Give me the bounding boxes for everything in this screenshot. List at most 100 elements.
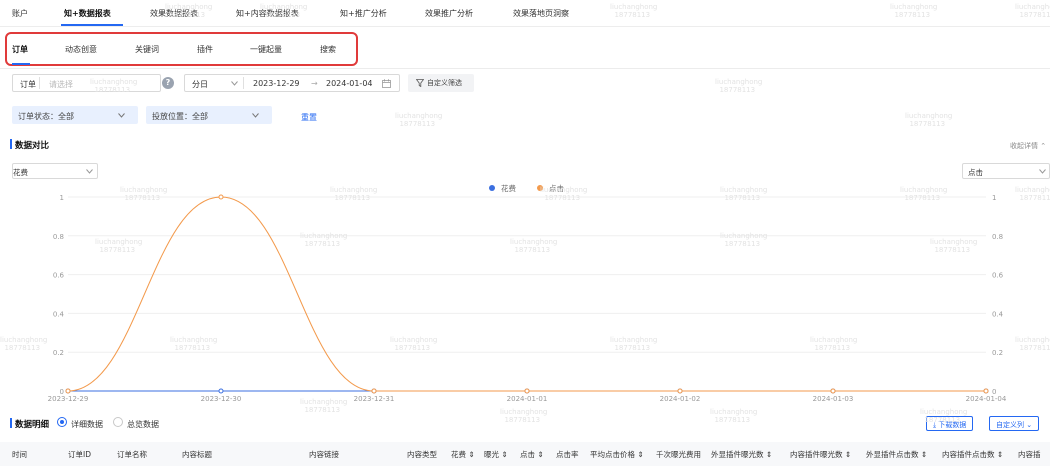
top-nav-item-account[interactable]: 账户 (12, 8, 28, 19)
chevron-up-icon: ⌃ (1040, 142, 1047, 150)
data-point (218, 194, 224, 200)
custom-filter-button[interactable]: 自定义筛选 (408, 74, 474, 92)
radio-detail[interactable] (57, 417, 67, 427)
right-metric-value: 点击 (968, 168, 983, 177)
y-tick-label-right: 1 (992, 194, 996, 202)
column-header[interactable]: 花费 ⇕ (451, 449, 475, 460)
column-header: 内容插 (1018, 450, 1041, 459)
x-tick-label: 2024-01-03 (813, 395, 854, 403)
tab-dynamic-creative[interactable]: 动态创意 (65, 44, 97, 55)
x-tick-label: 2023-12-30 (201, 395, 242, 403)
chevron-down-icon (1039, 169, 1046, 174)
chevron-down-icon: ⌄ (1026, 421, 1033, 429)
y-tick-label-left: 0.6 (53, 272, 65, 280)
legend-label: 花费 (501, 183, 516, 193)
top-nav-item-content-data-report[interactable]: 知+内容数据报表 (236, 8, 299, 19)
custom-filter-label: 自定义筛选 (427, 79, 462, 87)
download-button[interactable]: ⤓ 下载数据 (926, 416, 974, 431)
legend-marker (537, 185, 543, 191)
collapse-link[interactable]: 收起详情 ⌃ (1010, 141, 1046, 151)
tab-active-indicator (12, 63, 30, 65)
tabs-divider (0, 68, 1050, 69)
data-compare-title: 数据对比 (9, 139, 50, 151)
top-nav-item-effect-promotion-analysis[interactable]: 效果推广分析 (425, 8, 473, 19)
right-metric-select[interactable]: 点击 (962, 163, 1050, 179)
column-header: 点击率 (556, 450, 579, 459)
y-tick-label-right: 0.8 (992, 233, 1003, 241)
top-nav-active-indicator (61, 24, 123, 26)
x-tick-label: 2023-12-31 (354, 395, 395, 403)
column-header[interactable]: 曝光 ⇕ (484, 449, 508, 460)
watermark: liuchanghong 18778113 (715, 78, 763, 94)
data-detail-title: 数据明细 (9, 418, 50, 430)
chevron-down-icon (86, 169, 93, 174)
column-header[interactable]: 平均点击价格 ⇕ (590, 449, 644, 460)
data-point (65, 388, 71, 394)
y-tick-label-right: 0.2 (992, 349, 1003, 357)
x-tick-label: 2023-12-29 (48, 395, 89, 403)
order-select-divider (39, 77, 40, 89)
radio-detail-label: 详细数据 (71, 420, 103, 429)
tab-one-click-boost[interactable]: 一键起量 (250, 44, 282, 55)
tab-search[interactable]: 搜索 (320, 44, 336, 55)
column-header[interactable]: 外显插件曝光数 ⇕ (711, 449, 772, 460)
custom-columns-button[interactable]: 自定义列 ⌄ (989, 416, 1040, 431)
y-tick-label-left: 0.8 (53, 233, 64, 241)
reset-link[interactable]: 重置 (301, 112, 317, 123)
date-end[interactable]: 2024-01-04 (326, 79, 373, 88)
data-point (218, 388, 224, 394)
top-nav-item-promotion-analysis[interactable]: 知+推广分析 (340, 8, 387, 19)
line-chart: 0 00.2 0.20.4 0.40.6 0.60.8 0.81 12023-12-29 20… (48, 183, 1007, 403)
series-line (67, 196, 986, 392)
y-tick-label-left: 1 (60, 194, 64, 202)
order-select-label: 订单 (20, 80, 36, 89)
placement-select[interactable]: 投放位置：全部 (146, 106, 272, 124)
placement-label: 投放位置：全部 (152, 112, 208, 121)
column-header[interactable]: 内容插件曝光数 ⇕ (790, 449, 851, 460)
radio-summary-label: 总览数据 (127, 420, 159, 429)
column-header[interactable]: 外显插件点击数 ⇕ (866, 449, 927, 460)
legend-marker (489, 185, 495, 191)
date-range-picker[interactable]: 分日 2023-12-29 → 2024-01-04 (184, 74, 400, 92)
data-point (830, 388, 836, 394)
watermark: liuchanghong 18778113 (905, 112, 953, 128)
question-circle-icon[interactable]: ? (162, 77, 174, 89)
tab-order[interactable]: 订单 (12, 44, 28, 55)
tab-keyword[interactable]: 关键词 (135, 44, 159, 55)
chevron-down-icon (118, 113, 125, 118)
order-status-select[interactable]: 订单状态：全部 (12, 106, 138, 124)
download-icon: ⤓ (933, 421, 937, 429)
column-header: 时间 (12, 450, 27, 459)
column-header[interactable]: 内容插件点击数 ⇕ (942, 449, 1003, 460)
column-header[interactable]: 点击 ⇕ (520, 449, 544, 460)
x-tick-label: 2024-01-02 (660, 395, 701, 403)
y-tick-label-left: 0.2 (53, 349, 64, 357)
calendar-icon (382, 79, 391, 88)
top-nav-item-zhi-data-report[interactable]: 知+数据报表 (64, 8, 111, 19)
left-metric-select[interactable]: 花费 (12, 163, 98, 179)
chevron-down-icon (231, 81, 238, 86)
filter-icon (416, 79, 424, 87)
column-header: 内容类型 (407, 450, 437, 459)
watermark: liuchanghong 18778113 (395, 112, 443, 128)
top-nav-item-effect-data-report[interactable]: 效果数据报表 (150, 8, 198, 19)
data-point (677, 388, 683, 394)
date-divider (243, 77, 244, 89)
column-header: 订单名称 (117, 450, 147, 459)
order-select[interactable]: 订单 请选择 (12, 74, 161, 92)
radio-summary[interactable] (113, 417, 123, 427)
x-tick-label: 2024-01-04 (966, 395, 1007, 403)
granularity-select[interactable]: 分日 (192, 79, 208, 90)
y-tick-label-right: 0.6 (992, 272, 1004, 280)
date-start[interactable]: 2023-12-29 (253, 79, 300, 88)
top-nav-item-landing-page-insight[interactable]: 效果落地页洞察 (513, 8, 569, 19)
watermark: liuchanghong 18778113 (500, 408, 548, 424)
column-header: 内容标题 (182, 450, 212, 459)
tab-plugin[interactable]: 插件 (197, 44, 213, 55)
column-header: 订单ID (68, 450, 91, 459)
data-point (371, 388, 377, 394)
watermark: liuchanghong 18778113 (710, 408, 758, 424)
data-point (524, 388, 530, 394)
x-tick-label: 2024-01-01 (507, 395, 548, 403)
left-metric-value: 花费 (13, 168, 28, 177)
